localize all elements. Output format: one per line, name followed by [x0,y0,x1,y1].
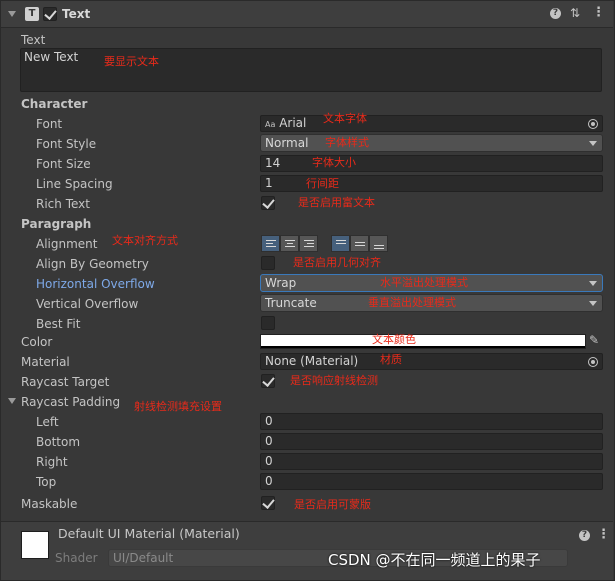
font-asset-icon: Aa [265,120,276,129]
annotation-font-style: 字体样式 [325,136,369,149]
align-geometry-label: Align By Geometry [36,257,149,271]
material-preview-thumbnail[interactable] [21,531,49,559]
menu-icon[interactable]: ⋮ [592,5,605,20]
line-spacing-label: Line Spacing [36,177,113,191]
annotation-raycast-target: 是否响应射线检测 [290,374,378,387]
annotation-vertical-overflow: 垂直溢出处理模式 [368,296,456,309]
padding-right-input[interactable]: 0 [260,453,603,470]
font-field[interactable]: Aa Arial [260,115,603,132]
align-left-button[interactable] [261,235,280,252]
font-label: Font [36,117,63,131]
padding-top-input[interactable]: 0 [260,473,603,490]
align-right-button[interactable] [299,235,318,252]
text-label: Text [21,33,46,47]
annotation-color: 文本颜色 [372,333,416,346]
font-style-label: Font Style [36,137,97,151]
chevron-down-icon [589,141,597,146]
annotation-align-geometry: 是否启用几何对齐 [293,256,381,269]
padding-left-input[interactable]: 0 [260,413,603,430]
menu-icon[interactable]: ⋮ [597,527,610,542]
chevron-down-icon [589,301,597,306]
component-title: Text [62,7,91,21]
object-picker-icon[interactable] [588,357,598,367]
vertical-overflow-label: Vertical Overflow [36,297,139,311]
help-icon[interactable]: ? [579,530,590,541]
font-size-label: Font Size [36,157,91,171]
font-value: Arial [279,116,307,130]
watermark: CSDN @不在同一频道上的果子 [328,551,541,569]
annotation-font: 文本字体 [323,112,367,125]
annotation-maskable: 是否启用可蒙版 [294,498,371,511]
align-center-button[interactable] [280,235,299,252]
alignment-label: Alignment [36,237,98,251]
horizontal-overflow-label: Horizontal Overflow [36,277,155,291]
color-label: Color [21,335,53,349]
maskable-checkbox[interactable] [261,496,275,510]
material-field[interactable]: None (Material) [260,353,603,370]
annotation-horizontal-overflow: 水平溢出处理模式 [380,276,468,289]
maskable-label: Maskable [21,497,78,511]
component-header[interactable]: T Text ? ⇅ ⋮ [1,1,613,28]
annotation-line-spacing: 行间距 [306,177,339,190]
annotation-alignment: 文本对齐方式 [112,234,178,247]
padding-right-label: Right [36,455,68,469]
color-swatch[interactable] [260,334,586,349]
text-component-icon: T [25,7,39,21]
material-value: None (Material) [265,354,359,368]
padding-bottom-label: Bottom [36,435,81,449]
annotation-rich-text: 是否启用富文本 [298,196,375,209]
align-top-button[interactable] [331,235,350,252]
help-icon[interactable]: ? [550,8,561,19]
raycast-target-label: Raycast Target [21,375,110,389]
annotation-raycast-padding: 射线检测填充设置 [134,400,222,413]
rich-text-checkbox[interactable] [261,196,275,210]
preset-icon[interactable]: ⇅ [570,6,580,20]
padding-top-label: Top [36,475,57,489]
annotation-font-size: 字体大小 [312,156,356,169]
raycast-target-checkbox[interactable] [261,374,275,388]
material-label: Material [21,355,70,369]
enabled-checkbox[interactable] [43,7,57,21]
foldout-arrow-icon[interactable] [8,11,16,17]
rich-text-label: Rich Text [36,197,90,211]
align-middle-button[interactable] [350,235,369,252]
annotation-text: 要显示文本 [104,55,159,68]
shader-label: Shader [55,551,98,565]
material-name: Default UI Material (Material) [58,526,240,541]
align-geometry-checkbox[interactable] [261,256,275,270]
annotation-material: 材质 [380,353,402,366]
foldout-arrow-icon[interactable] [8,398,16,404]
font-style-value: Normal [265,136,309,150]
shader-value: UI/Default [113,551,174,565]
chevron-down-icon [589,281,597,286]
vertical-overflow-value: Truncate [265,296,317,310]
horizontal-overflow-value: Wrap [265,276,297,290]
text-input-value: New Text [24,50,79,64]
best-fit-checkbox[interactable] [261,316,275,330]
eyedropper-icon[interactable]: ✎ [589,333,599,347]
object-picker-icon[interactable] [588,119,598,129]
raycast-padding-label[interactable]: Raycast Padding [21,392,120,412]
section-paragraph: Paragraph [21,217,92,231]
best-fit-label: Best Fit [36,317,81,331]
align-bottom-button[interactable] [369,235,388,252]
padding-bottom-input[interactable]: 0 [260,433,603,450]
section-character: Character [21,97,88,111]
padding-left-label: Left [36,415,59,429]
font-style-dropdown[interactable]: Normal [260,134,603,152]
